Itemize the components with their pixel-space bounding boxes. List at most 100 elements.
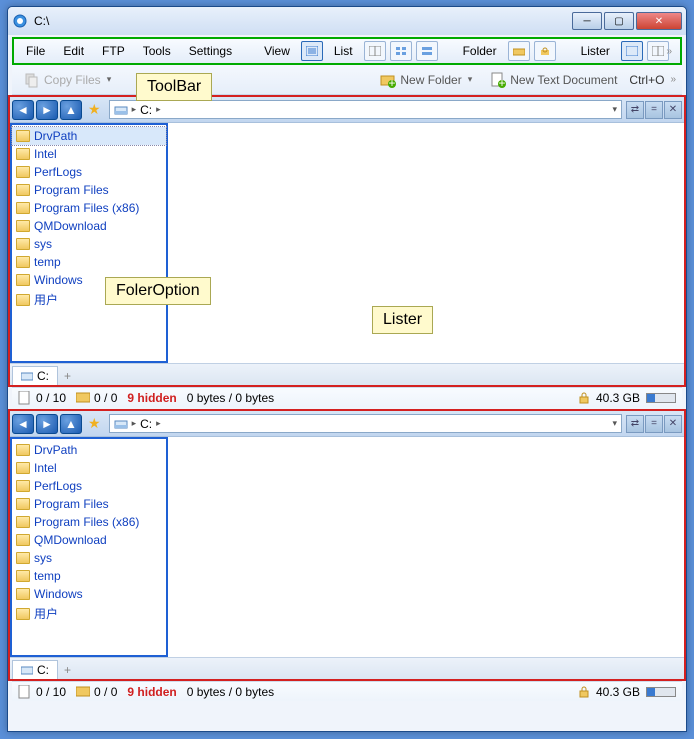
lister-content-area[interactable] <box>168 437 684 657</box>
menu-lister-label[interactable]: Lister <box>573 41 618 61</box>
chevron-down-icon: ▾ <box>468 74 473 85</box>
path-dropdown-icon[interactable]: ▾ <box>612 418 617 429</box>
folder-list-bottom[interactable]: DrvPath Intel PerfLogsProgram FilesProgram… <box>10 437 168 657</box>
status-disk: 40.3 GB <box>596 391 640 405</box>
folder-lock-icon[interactable] <box>534 41 556 61</box>
copy-icon <box>24 72 40 88</box>
drive-icon <box>21 370 33 382</box>
folder-icon <box>16 608 30 620</box>
maximize-button[interactable]: ▢ <box>604 12 634 30</box>
lister-single-icon[interactable] <box>621 41 643 61</box>
nav-back-button[interactable]: ◄ <box>12 414 34 434</box>
path-arrow-icon[interactable]: ▸ <box>156 104 161 115</box>
new-folder-label: New Folder <box>400 73 461 87</box>
path-dropdown-icon[interactable]: ▾ <box>612 104 617 115</box>
view-list-icon[interactable] <box>301 41 323 61</box>
tab-strip-top: C: + <box>10 363 684 385</box>
folder-icon <box>16 256 30 268</box>
folder-icon <box>16 202 30 214</box>
menu-view[interactable]: View <box>256 41 298 61</box>
view-thumb-icon[interactable] <box>390 41 412 61</box>
menubar-overflow-icon[interactable]: » <box>666 46 672 57</box>
menu-list-label[interactable]: List <box>326 41 361 61</box>
status-bytes: 0 bytes / 0 bytes <box>187 685 274 699</box>
menu-tools[interactable]: Tools <box>135 41 179 61</box>
folder-row[interactable]: Program Files <box>12 495 166 513</box>
view-tiles-icon[interactable] <box>416 41 438 61</box>
folder-row[interactable]: Program Files (x86) <box>12 199 166 217</box>
path-field[interactable]: ▸ C: ▸ ▾ <box>109 414 622 433</box>
nav-forward-button[interactable]: ► <box>36 414 58 434</box>
folder-row[interactable]: Program Files (x86) <box>12 513 166 531</box>
folder-row[interactable]: DrvPath <box>12 127 166 145</box>
favorites-icon[interactable]: ★ <box>84 415 105 432</box>
toolbar: Copy Files ▾ + New Folder ▾ + New Text D… <box>12 65 682 95</box>
path-arrow-icon[interactable]: ▸ <box>156 418 161 429</box>
folder-row[interactable]: temp <box>12 253 166 271</box>
annotation-toolbar: ToolBar <box>136 73 212 101</box>
folder-row[interactable]: sys <box>12 549 166 567</box>
nav-forward-button[interactable]: ► <box>36 100 58 120</box>
folder-name-label: sys <box>34 551 52 565</box>
path-close-button[interactable]: ✕ <box>664 415 682 433</box>
folder-list-top[interactable]: DrvPathIntelPerfLogs Program Files Program… <box>10 123 168 363</box>
folder-row[interactable]: Windows <box>12 585 166 603</box>
folder-row[interactable]: temp <box>12 567 166 585</box>
tab-drive-c[interactable]: C: <box>12 660 58 679</box>
path-equal-button[interactable]: = <box>645 101 663 119</box>
menu-settings[interactable]: Settings <box>181 41 240 61</box>
folder-row[interactable]: 用户 <box>12 603 166 624</box>
tab-drive-c[interactable]: C: <box>12 366 58 385</box>
favorites-icon[interactable]: ★ <box>84 101 105 118</box>
nav-up-button[interactable]: ▲ <box>60 100 82 120</box>
path-bar-top: ◄ ► ▲ ★ ▸ C: ▸ ▾ ⇄ = ✕ <box>10 97 684 123</box>
new-text-button[interactable]: + New Text Document <box>484 69 623 91</box>
new-text-label: New Text Document <box>510 73 617 87</box>
tab-strip-bottom: C: + <box>10 657 684 679</box>
folder-name-label: temp <box>34 255 61 269</box>
folder-row[interactable]: sys <box>12 235 166 253</box>
menu-ftp[interactable]: FTP <box>94 41 133 61</box>
folder-row[interactable]: Intel <box>12 459 166 477</box>
folder-name-label: Program Files <box>34 183 109 197</box>
folder-row[interactable]: PerfLogs <box>12 163 166 181</box>
nav-up-button[interactable]: ▲ <box>60 414 82 434</box>
folder-row[interactable]: QMDownload <box>12 531 166 549</box>
tab-add-button[interactable]: + <box>58 367 77 385</box>
close-button[interactable]: ✕ <box>636 12 682 30</box>
folder-icon <box>16 534 30 546</box>
folder-tree-icon[interactable] <box>508 41 530 61</box>
path-close-button[interactable]: ✕ <box>664 101 682 119</box>
path-bar-bottom: ◄ ► ▲ ★ ▸ C: ▸ ▾ ⇄ = ✕ <box>10 411 684 437</box>
path-field[interactable]: ▸ C: ▸ ▾ <box>109 100 622 119</box>
status-bar-mid: 0 / 10 0 / 0 9 hidden 0 bytes / 0 bytes … <box>12 387 682 407</box>
nav-back-button[interactable]: ◄ <box>12 100 34 120</box>
toolbar-overflow-icon[interactable]: » <box>670 74 676 85</box>
minimize-button[interactable]: ─ <box>572 12 602 30</box>
folder-icon <box>16 480 30 492</box>
path-equal-button[interactable]: = <box>645 415 663 433</box>
copy-files-button[interactable]: Copy Files ▾ <box>18 69 117 91</box>
folder-icon <box>16 274 30 286</box>
menu-file[interactable]: File <box>18 41 53 61</box>
folder-icon <box>16 444 30 456</box>
path-swap-button[interactable]: ⇄ <box>626 101 644 119</box>
app-icon <box>12 13 28 29</box>
folder-row[interactable]: Intel <box>12 145 166 163</box>
folder-icon <box>16 552 30 564</box>
folder-row[interactable]: Program Files <box>12 181 166 199</box>
folder-row[interactable]: PerfLogs <box>12 477 166 495</box>
folder-icon <box>16 588 30 600</box>
status-files: 0 / 10 <box>36 391 66 405</box>
menu-folder-label[interactable]: Folder <box>455 41 505 61</box>
view-details-icon[interactable] <box>364 41 386 61</box>
folder-row[interactable]: DrvPath <box>12 441 166 459</box>
tab-add-button[interactable]: + <box>58 661 77 679</box>
menu-edit[interactable]: Edit <box>55 41 92 61</box>
new-folder-button[interactable]: + New Folder ▾ <box>374 69 478 91</box>
folder-name-label: Intel <box>34 461 57 475</box>
window-title: C:\ <box>34 14 572 28</box>
status-bytes: 0 bytes / 0 bytes <box>187 391 274 405</box>
folder-row[interactable]: QMDownload <box>12 217 166 235</box>
path-swap-button[interactable]: ⇄ <box>626 415 644 433</box>
